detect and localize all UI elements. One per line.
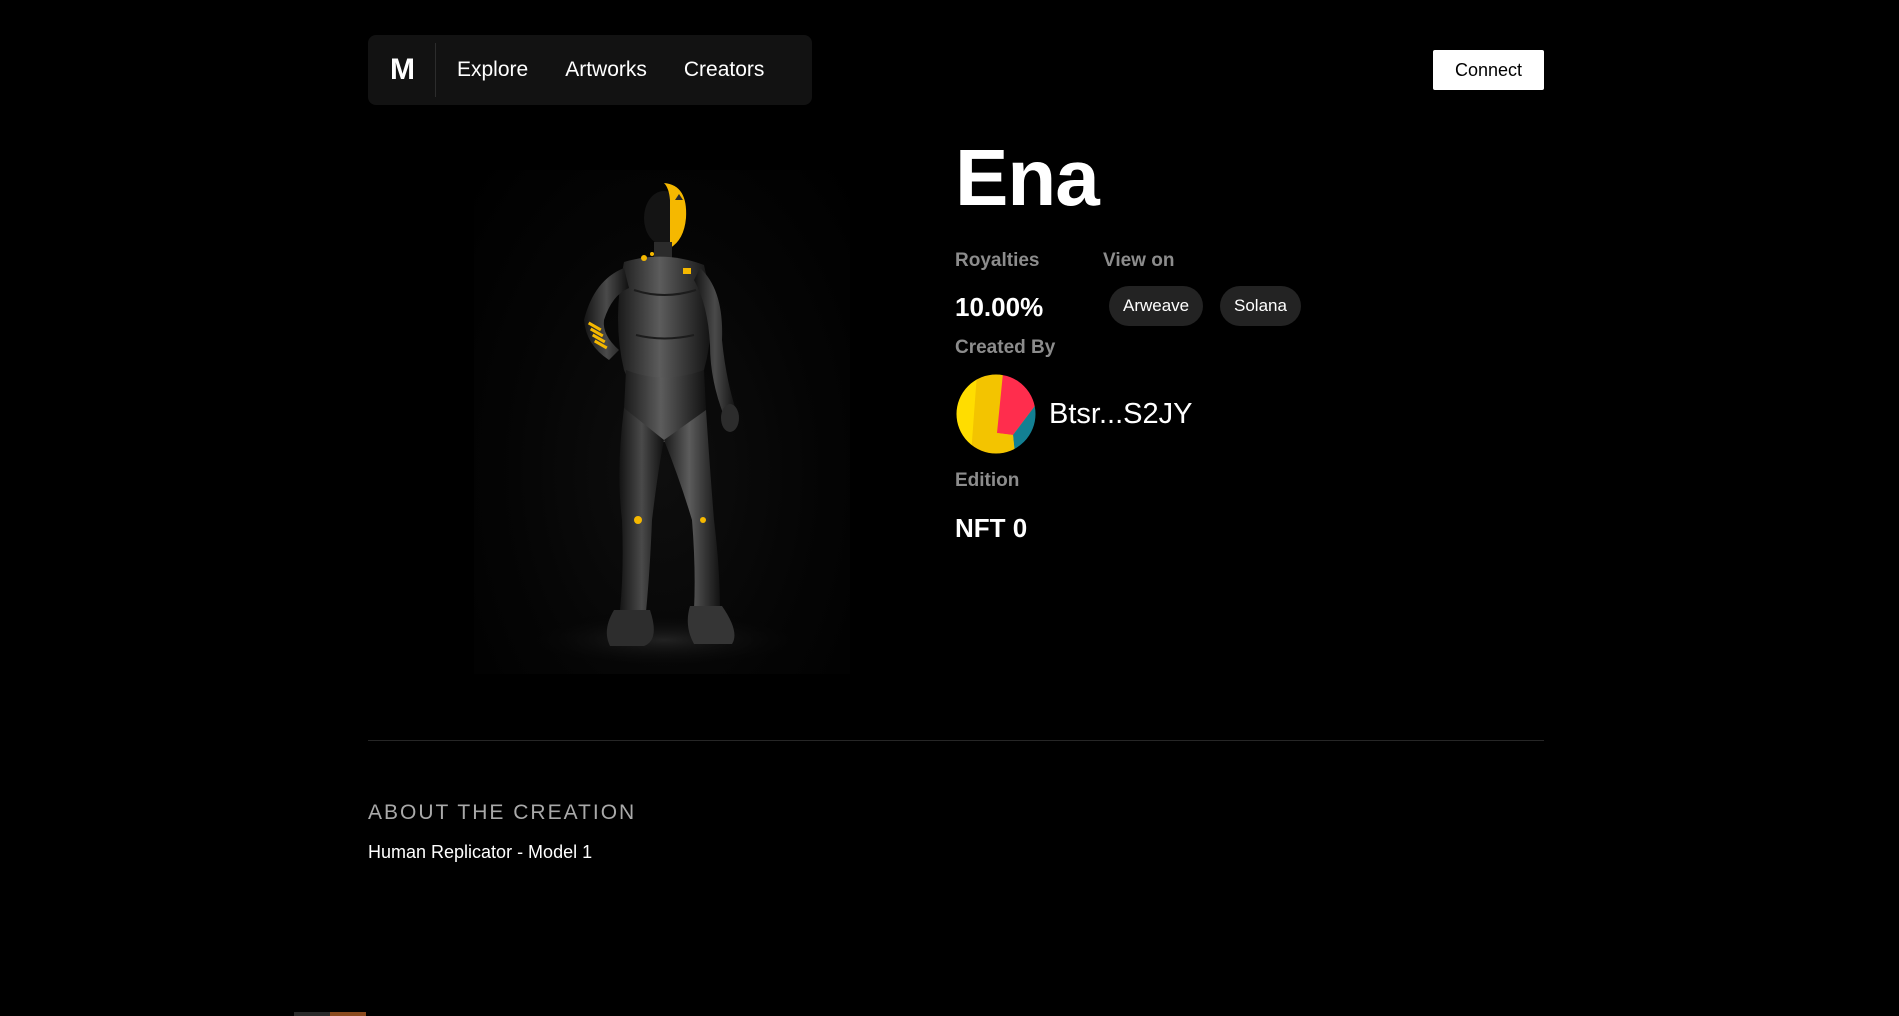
robot-figure-image — [514, 183, 814, 670]
view-on-label: View on — [1103, 250, 1175, 271]
royalties-label: Royalties — [955, 250, 1040, 271]
section-divider — [368, 740, 1544, 741]
bottom-edge-strip — [294, 1012, 366, 1016]
top-nav: M Explore Artworks Creators — [368, 35, 812, 105]
creator-avatar — [955, 373, 1037, 455]
artwork-title: Ena — [955, 133, 1100, 222]
artwork-image — [474, 170, 850, 674]
edition-label: Edition — [955, 470, 1020, 491]
edition-value: NFT 0 — [955, 513, 1028, 543]
created-by-label: Created By — [955, 337, 1056, 358]
page: M Explore Artworks Creators Connect Ena … — [0, 0, 1899, 1016]
creator-link[interactable]: Btsr...S2JY — [955, 373, 1192, 455]
nav-link-artworks[interactable]: Artworks — [565, 58, 647, 82]
connect-button[interactable]: Connect — [1433, 50, 1544, 90]
creator-name: Btsr...S2JY — [1049, 397, 1193, 430]
solana-link[interactable]: Solana — [1220, 286, 1301, 326]
logo[interactable]: M — [370, 43, 436, 97]
arweave-link[interactable]: Arweave — [1109, 286, 1204, 326]
nav-link-explore[interactable]: Explore — [457, 58, 528, 82]
about-heading: ABOUT THE CREATION — [368, 801, 637, 824]
nav-link-creators[interactable]: Creators — [684, 58, 765, 82]
nav-links: Explore Artworks Creators — [457, 58, 801, 82]
royalties-value: 10.00% — [955, 292, 1044, 322]
about-description: Human Replicator - Model 1 — [368, 842, 593, 862]
